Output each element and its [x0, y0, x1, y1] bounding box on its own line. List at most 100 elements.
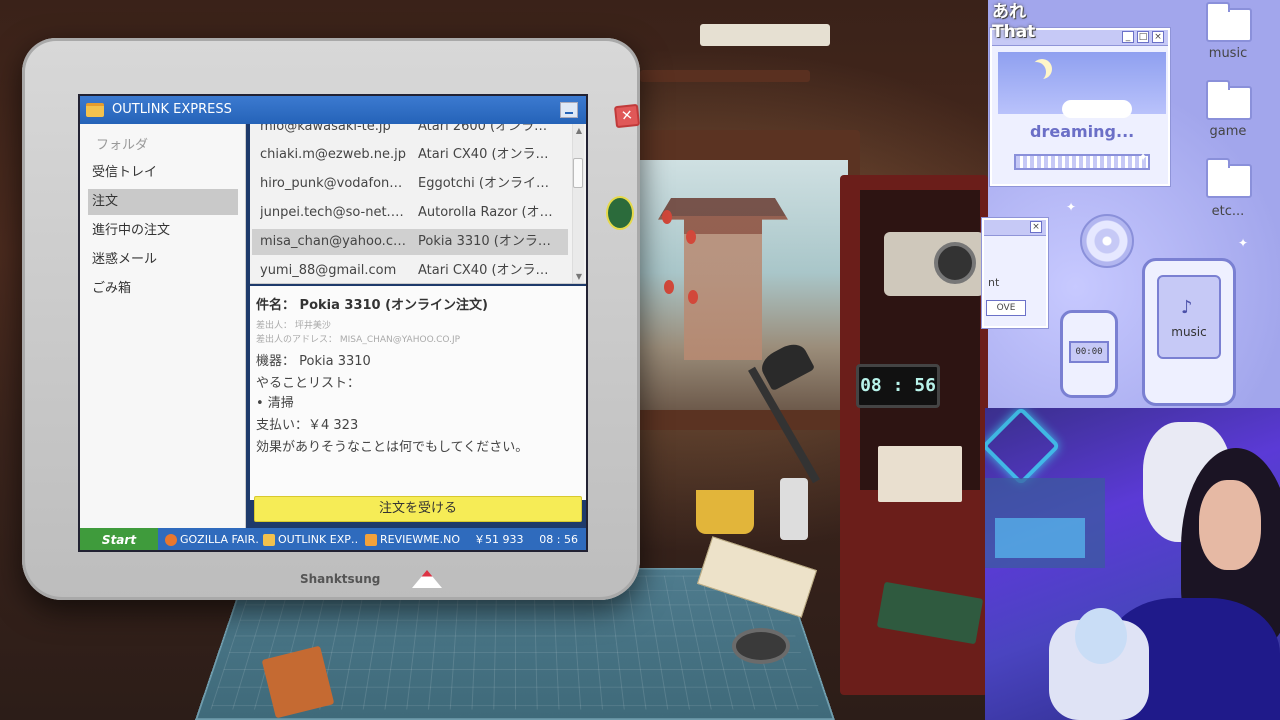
lantern	[688, 290, 698, 304]
maximize-icon: □	[1137, 31, 1149, 43]
taskbar-item-reviews[interactable]: REVIEWME.NOT	[362, 530, 460, 550]
message-subject: Atari CX40 (オンライン注文)	[418, 258, 558, 284]
device-line: 機器： Pokia 3310	[256, 350, 371, 369]
window-title: OUTLINK EXPRESS	[112, 102, 232, 117]
shelf-light	[995, 518, 1085, 558]
dreaming-label: dreaming...	[1030, 122, 1134, 141]
player-screen: ♪ music	[1157, 275, 1221, 359]
list-scrollbar[interactable]	[572, 124, 584, 284]
watch-face: 00:00	[1069, 341, 1109, 363]
taskbar-item-browser[interactable]: GOZILLA FAIR…	[162, 530, 258, 550]
music-folder-icon	[1206, 8, 1252, 42]
folder-label: etc...	[1188, 204, 1268, 219]
lantern	[664, 280, 674, 294]
overlay-caption: あれ That	[992, 2, 1035, 42]
sender-line: 差出人： 坪井美沙	[256, 318, 331, 331]
banana-sticker-icon	[606, 196, 634, 230]
notepad-icon	[365, 534, 377, 546]
caption-line: あれ	[992, 2, 1035, 22]
message-subject: Atari CX40 (オンライン注文)	[418, 142, 558, 168]
close-icon: ×	[1152, 31, 1164, 43]
todo-heading: やることリスト：	[256, 372, 360, 391]
lantern	[662, 210, 672, 224]
list-item[interactable]: yumi_88@gmail.com Atari CX40 (オンライン注文)	[252, 258, 568, 284]
message-detail: 件名： Pokia 3310 (オンライン注文) 差出人： 坪井美沙 差出人のア…	[250, 286, 586, 500]
list-item[interactable]: mio@kawasaki-te.jp Atari 2600 (オンライン注文)	[252, 124, 568, 140]
caption-line: That	[992, 22, 1035, 42]
detail-subject: Pokia 3310 (オンライン注文)	[300, 298, 488, 313]
todo-item: • 清掃	[256, 392, 294, 411]
close-monitor-button[interactable]: ✕	[614, 104, 640, 128]
spray-can[interactable]	[780, 478, 808, 540]
start-button[interactable]: Start	[80, 528, 158, 552]
folder-label: game	[1188, 124, 1268, 139]
window-titlebar: ×	[984, 220, 1046, 236]
scroll-up-icon[interactable]: ▲	[576, 126, 582, 135]
webcam-feed	[985, 408, 1280, 720]
message-from: yumi_88@gmail.com	[260, 258, 408, 284]
music-player-icon: ♪ music	[1142, 258, 1236, 406]
stream-overlay-desktop: _ □ × dreaming... × nt OVE music game et…	[988, 0, 1280, 410]
minimize-icon: _	[1122, 31, 1134, 43]
close-icon: ×	[1030, 221, 1042, 233]
message-from: hiro_punk@vodafone.ne.jp	[260, 171, 408, 197]
window-view	[638, 160, 848, 410]
list-item[interactable]: junpei.tech@so-net.ne.jp Autorolla Razor…	[252, 200, 568, 226]
message-subject: Autorolla Razor (オンライン注文)	[418, 200, 558, 226]
love-button: OVE	[986, 300, 1026, 316]
streamer-face	[1199, 480, 1261, 570]
sparkle-icon: ✦	[1238, 236, 1248, 250]
message-subject: Pokia 3310 (オンライン注文)	[418, 229, 558, 255]
app-window: OUTLINK EXPRESS フォルダ 受信トレイ 注文 進行中の注文 迷惑メ…	[78, 94, 588, 552]
etc-folder-icon	[1206, 164, 1252, 198]
window-titlebar: OUTLINK EXPRESS	[80, 96, 586, 124]
subject-label: 件名：	[256, 298, 295, 313]
taskbar-item-mail[interactable]: OUTLINK EXP…	[260, 530, 358, 550]
digital-watch-icon: 00:00	[1060, 310, 1118, 398]
scroll-down-icon[interactable]: ▼	[576, 272, 582, 281]
minimize-button[interactable]	[560, 102, 578, 118]
monitor-brand: Shanktsung	[300, 572, 380, 586]
list-item[interactable]: chiaki.m@ezweb.ne.jp Atari CX40 (オンライン注文…	[252, 142, 568, 168]
partial-text: nt	[988, 276, 999, 289]
note-line: 効果がありそうなことは何でもしてください。	[256, 436, 528, 455]
sidebar-item-trash[interactable]: ごみ箱	[88, 276, 238, 302]
speaker-icon	[934, 242, 976, 284]
task-label: OUTLINK EXP…	[278, 533, 358, 546]
music-note-icon: ♪	[1181, 297, 1193, 318]
folder-label: music	[1188, 46, 1268, 61]
small-window: × nt OVE	[982, 218, 1048, 328]
brush-cup[interactable]	[696, 490, 754, 534]
task-label: REVIEWME.NOT	[380, 533, 460, 546]
message-from: mio@kawasaki-te.jp	[260, 124, 408, 140]
radio[interactable]	[884, 232, 984, 296]
taskbar: Start GOZILLA FAIR… OUTLINK EXP… REVIEWM…	[80, 528, 586, 552]
neon-light	[985, 408, 1061, 486]
sparkle-icon: ✦	[1138, 150, 1148, 164]
player-label: music	[1159, 325, 1219, 339]
wall-shelf	[640, 70, 810, 82]
pagoda	[658, 180, 788, 360]
magnifier[interactable]	[732, 628, 790, 664]
message-list: mio@kawasaki-te.jp Atari 2600 (オンライン注文) …	[250, 124, 586, 284]
address-line: 差出人のアドレス： MISA_CHAN@YAHOO.CO.JP	[256, 332, 460, 345]
sidebar-item-spam[interactable]: 迷惑メール	[88, 247, 238, 273]
cloud-icon	[1062, 100, 1132, 118]
scrollbar-thumb[interactable]	[573, 158, 583, 188]
detail-subject-row: 件名： Pokia 3310 (オンライン注文)	[256, 294, 488, 313]
message-subject: Atari 2600 (オンライン注文)	[418, 124, 558, 140]
moon-icon	[1026, 62, 1046, 82]
message-from: misa_chan@yahoo.co.jp	[260, 229, 408, 255]
taskbar-clock: 08 : 56	[539, 528, 578, 552]
game-folder-icon	[1206, 86, 1252, 120]
sidebar-item-in-progress[interactable]: 進行中の注文	[88, 218, 238, 244]
message-subject: Eggotchi (オンライン注文)	[418, 171, 558, 197]
sidebar-item-orders[interactable]: 注文	[88, 189, 238, 215]
payment-line: 支払い：￥4 323	[256, 414, 358, 433]
money-display: ￥51 933	[474, 528, 524, 552]
list-item[interactable]: hiro_punk@vodafone.ne.jp Eggotchi (オンライン…	[252, 171, 568, 197]
list-item-selected[interactable]: misa_chan@yahoo.co.jp Pokia 3310 (オンライン注…	[252, 229, 568, 255]
accept-order-button[interactable]: 注文を受ける	[254, 496, 582, 522]
penguin-figure	[1075, 608, 1127, 664]
sidebar-item-inbox[interactable]: 受信トレイ	[88, 160, 238, 186]
